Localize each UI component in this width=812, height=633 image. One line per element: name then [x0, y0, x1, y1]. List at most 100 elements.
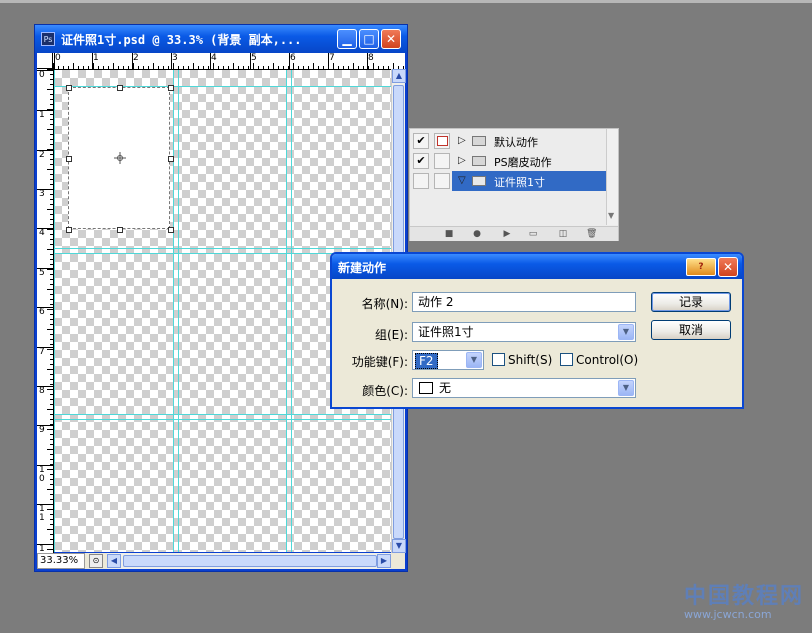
- ruler-tick: [113, 63, 114, 69]
- scroll-right-button[interactable]: ▶: [377, 554, 391, 568]
- record-icon[interactable]: ●: [472, 229, 482, 239]
- dialog-toggle[interactable]: [434, 173, 450, 189]
- ruler-tick: [50, 344, 53, 345]
- watermark-logo: 中国教程网 www.jcwcn.com: [684, 578, 804, 621]
- horizontal-scroll-thumb[interactable]: [123, 555, 377, 567]
- dialog-toggle[interactable]: [434, 153, 450, 169]
- ruler-tick: [193, 63, 194, 69]
- action-toggle-checkbox[interactable]: ✔: [413, 153, 429, 169]
- ruler-tick: [50, 154, 53, 155]
- transform-center-icon[interactable]: [114, 152, 126, 164]
- ruler-tick: [208, 66, 209, 69]
- new-action-icon[interactable]: ◫: [558, 229, 568, 239]
- ruler-origin[interactable]: [37, 53, 53, 69]
- guide-horizontal[interactable]: [54, 248, 391, 249]
- ruler-tick: [50, 319, 53, 320]
- scroll-left-button[interactable]: ◀: [107, 554, 121, 568]
- ruler-tick: [338, 66, 339, 69]
- expand-triangle-icon[interactable]: ▷: [458, 155, 466, 166]
- cancel-button[interactable]: 取消: [651, 320, 731, 340]
- guide-horizontal[interactable]: [54, 414, 391, 415]
- action-set-row[interactable]: ✔ ▷ 默认动作: [410, 131, 606, 151]
- shift-checkbox[interactable]: [492, 353, 505, 366]
- chevron-down-icon[interactable]: ▼: [618, 380, 634, 396]
- photo-transform-box[interactable]: [66, 85, 174, 233]
- ruler-tick: [210, 53, 211, 69]
- ruler-tick: [47, 89, 53, 90]
- zoom-level-field[interactable]: 33.33%: [37, 553, 85, 569]
- action-toggle-checkbox[interactable]: ✔: [413, 133, 429, 149]
- transform-handle[interactable]: [168, 227, 174, 233]
- shift-label[interactable]: Shift(S): [508, 353, 552, 367]
- expand-triangle-icon[interactable]: ▷: [458, 135, 466, 146]
- hotkey-select[interactable]: F2 ▼: [412, 350, 484, 370]
- stop-icon[interactable]: ■: [444, 229, 454, 239]
- ruler-tick: [50, 124, 53, 125]
- chevron-down-icon[interactable]: ▼: [618, 324, 634, 340]
- transform-handle[interactable]: [117, 85, 123, 91]
- close-button[interactable]: ✕: [381, 29, 401, 49]
- transform-handle[interactable]: [117, 227, 123, 233]
- control-checkbox[interactable]: [560, 353, 573, 366]
- ruler-tick: [47, 529, 53, 530]
- name-input[interactable]: 动作 2: [412, 292, 636, 312]
- color-select[interactable]: 无 ▼: [412, 378, 636, 398]
- ruler-tick: [133, 63, 134, 69]
- dialog-titlebar[interactable]: 新建动作 ? ✕: [332, 254, 742, 279]
- new-set-icon[interactable]: ▭: [528, 229, 538, 239]
- minimize-button[interactable]: ▁: [337, 29, 357, 49]
- ruler-tick: [47, 349, 53, 350]
- maximize-button[interactable]: □: [359, 29, 379, 49]
- vertical-ruler[interactable]: 0 1 2 3 4 5 6 7 8 9 10 11 1: [37, 69, 54, 554]
- play-icon[interactable]: ▶: [502, 229, 512, 239]
- document-titlebar[interactable]: Ps 证件照1寸.psd @ 33.3% (背景 副本,... ▁ □ ✕: [35, 25, 407, 53]
- ruler-tick: [47, 509, 53, 510]
- arrow-down-icon[interactable]: ▼: [608, 211, 614, 220]
- ruler-tick: [50, 324, 53, 325]
- actions-panel: ✔ ▷ 默认动作 ✔ ▷ PS磨皮动作 ▽ 证件照1寸 ▼ ■ ● ▶ ▭ ◫ …: [409, 128, 619, 241]
- ruler-tick: [73, 63, 74, 69]
- ruler-tick: [188, 66, 189, 69]
- transform-handle[interactable]: [66, 156, 72, 162]
- dialog-close-button[interactable]: ✕: [718, 257, 738, 277]
- horizontal-ruler[interactable]: 0 1 2 3 4 5 6 7 8: [53, 53, 405, 70]
- guide-vertical[interactable]: [178, 70, 179, 552]
- control-label[interactable]: Control(O): [576, 353, 638, 367]
- ruler-tick: [368, 66, 369, 69]
- guide-vertical[interactable]: [291, 70, 292, 552]
- guide-horizontal[interactable]: [54, 419, 391, 420]
- horizontal-scrollbar[interactable]: ◀ ▶: [107, 553, 391, 569]
- guide-vertical[interactable]: [54, 70, 55, 552]
- ruler-v-label: 10: [39, 465, 45, 484]
- trash-icon[interactable]: 🗑: [586, 229, 597, 239]
- action-set-label: 默认动作: [494, 136, 538, 149]
- ruler-tick: [289, 53, 290, 69]
- guide-vertical[interactable]: [286, 70, 287, 552]
- ruler-tick: [47, 169, 53, 170]
- ruler-tick: [50, 204, 53, 205]
- transform-handle[interactable]: [66, 227, 72, 233]
- scroll-down-button[interactable]: ▼: [392, 539, 406, 553]
- actions-scrollbar[interactable]: ▼: [606, 129, 618, 225]
- transform-handle[interactable]: [168, 85, 174, 91]
- hotkey-label: 功能键(F):: [351, 355, 408, 369]
- collapse-triangle-icon[interactable]: ▽: [458, 175, 466, 186]
- dialog-toggle[interactable]: [434, 133, 450, 149]
- record-button[interactable]: 记录: [651, 292, 731, 312]
- ruler-tick: [98, 66, 99, 69]
- help-icon[interactable]: ?: [686, 258, 716, 276]
- chevron-down-icon[interactable]: ▼: [466, 352, 482, 368]
- ruler-tick: [123, 66, 124, 69]
- transform-handle[interactable]: [66, 85, 72, 91]
- action-toggle-checkbox[interactable]: [413, 173, 429, 189]
- guide-vertical[interactable]: [173, 70, 174, 552]
- transform-handle[interactable]: [168, 156, 174, 162]
- action-set-row-selected[interactable]: ▽ 证件照1寸: [410, 171, 606, 191]
- ruler-tick: [50, 474, 53, 475]
- scroll-up-button[interactable]: ▲: [392, 69, 406, 83]
- ruler-tick: [54, 53, 55, 69]
- ruler-tick: [47, 269, 53, 270]
- action-set-row[interactable]: ✔ ▷ PS磨皮动作: [410, 151, 606, 171]
- status-info-icon[interactable]: ⊙: [89, 554, 103, 568]
- set-select[interactable]: 证件照1寸 ▼: [412, 322, 636, 342]
